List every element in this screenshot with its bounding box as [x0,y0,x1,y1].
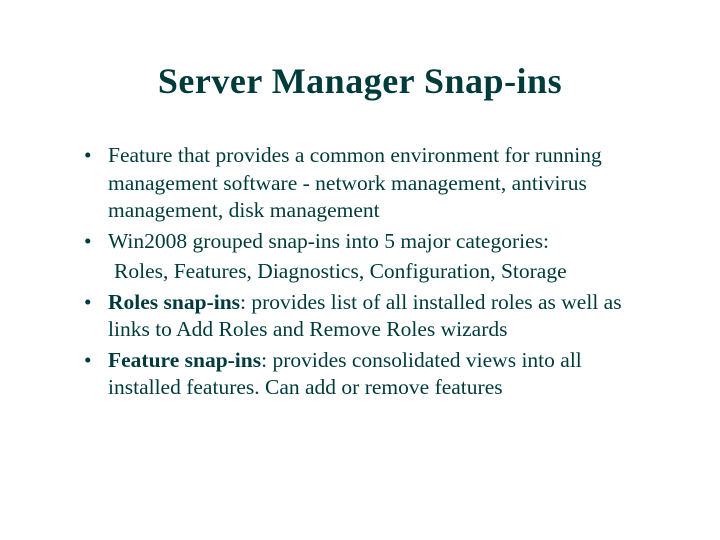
list-item: • Feature snap-ins: provides consolidate… [82,347,650,402]
bullet-text: Feature snap-ins: provides consolidated … [108,347,650,402]
list-item: • Win2008 grouped snap-ins into 5 major … [82,228,650,256]
list-item: • Roles snap-ins: provides list of all i… [82,289,650,344]
bullet-label: Feature snap-ins [108,348,261,372]
list-item: • Feature that provides a common environ… [82,142,650,225]
bullet-icon: • [82,347,108,375]
bullet-list: • Feature that provides a common environ… [70,142,650,402]
bullet-label: Roles snap-ins [108,290,240,314]
bullet-icon: • [82,142,108,170]
bullet-text: Roles snap-ins: provides list of all ins… [108,289,650,344]
page-title: Server Manager Snap-ins [70,60,650,102]
sub-line: Roles, Features, Diagnostics, Configurat… [82,258,650,286]
bullet-text: Win2008 grouped snap-ins into 5 major ca… [108,228,650,256]
bullet-text: Feature that provides a common environme… [108,142,650,225]
bullet-icon: • [82,289,108,317]
bullet-icon: • [82,228,108,256]
